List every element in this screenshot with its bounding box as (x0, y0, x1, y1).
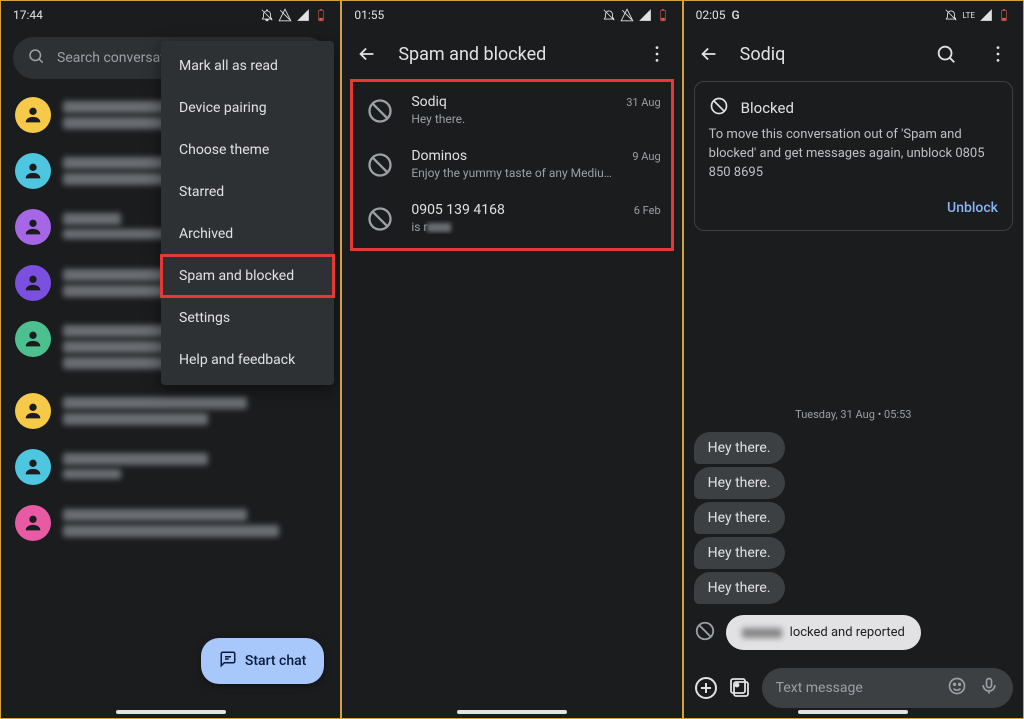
overflow-menu: Mark all as readDevice pairingChoose the… (161, 41, 334, 385)
menu-item-starred[interactable]: Starred (161, 171, 334, 213)
status-icons (260, 8, 328, 22)
bell-off-icon (602, 8, 616, 22)
blocked-heading: Blocked (741, 99, 794, 117)
list-item[interactable] (1, 383, 340, 439)
status-time: 02:05 (696, 8, 726, 22)
menu-item-device-pairing[interactable]: Device pairing (161, 87, 334, 129)
menu-item-choose-theme[interactable]: Choose theme (161, 129, 334, 171)
menu-item-mark-all-as-read[interactable]: Mark all as read (161, 45, 334, 87)
message-date: 9 Aug (632, 148, 660, 163)
message-preview: Hey there. (411, 112, 612, 126)
contact-name: Dominos (411, 148, 618, 164)
block-icon (363, 94, 397, 128)
avatar (15, 449, 51, 485)
message-preview: is r (411, 220, 619, 234)
status-bar: 02:05 G LTE (684, 1, 1023, 29)
battery-low-icon (314, 8, 328, 22)
search-placeholder: Search conversati (57, 50, 168, 66)
status-bar: 01:55 (342, 1, 681, 29)
avatar (15, 153, 51, 189)
menu-item-archived[interactable]: Archived (161, 213, 334, 255)
app-bar: Spam and blocked (342, 29, 681, 75)
screen-conversation: 02:05 G LTE Sodiq Blocked To move this c (683, 0, 1024, 719)
google-icon: G (732, 8, 740, 22)
screen-spam-blocked: 01:55 Spam and blocked Sodiq Hey there. … (341, 0, 682, 719)
message-bubble[interactable]: Hey there. (694, 432, 785, 464)
list-item[interactable] (1, 495, 340, 551)
nav-handle[interactable] (116, 710, 226, 714)
search-icon (27, 47, 45, 69)
more-icon[interactable] (987, 43, 1009, 65)
report-text: locked and reported (790, 625, 905, 640)
avatar (15, 209, 51, 245)
status-time: 01:55 (354, 8, 384, 22)
search-icon[interactable] (935, 43, 957, 65)
message-date: 31 Aug (626, 94, 660, 109)
avatar (15, 265, 51, 301)
fab-label: Start chat (245, 653, 306, 669)
block-icon (363, 202, 397, 236)
screen-conversations: 17:44 Search conversati (0, 0, 341, 719)
network-label: LTE (962, 11, 975, 20)
signal-off-icon (620, 8, 634, 22)
blocked-body: To move this conversation out of 'Spam a… (709, 126, 998, 183)
conversation-title: Sodiq (740, 44, 915, 65)
more-icon[interactable] (646, 43, 668, 65)
avatar (15, 321, 51, 357)
message-bubble[interactable]: Hey there. (694, 467, 785, 499)
nav-handle[interactable] (798, 710, 908, 714)
blocked-banner: Blocked To move this conversation out of… (694, 81, 1013, 231)
compose-placeholder: Text message (776, 680, 863, 696)
status-time: 17:44 (13, 8, 43, 22)
avatar (15, 97, 51, 133)
bell-off-icon (944, 8, 958, 22)
contact-name: 0905 139 4168 (411, 202, 619, 218)
battery-low-icon (997, 8, 1011, 22)
message-input[interactable]: Text message (762, 668, 1013, 708)
battery-low-icon (656, 8, 670, 22)
avatar (15, 393, 51, 429)
signal-off-icon (278, 8, 292, 22)
blocked-conversation[interactable]: Dominos Enjoy the yummy taste of any Med… (353, 138, 670, 192)
back-icon[interactable] (356, 43, 378, 65)
start-chat-fab[interactable]: Start chat (201, 638, 324, 684)
status-icons: LTE (944, 8, 1011, 22)
signal-icon (296, 8, 310, 22)
status-bar: 17:44 (1, 1, 340, 29)
menu-item-settings[interactable]: Settings (161, 297, 334, 339)
block-icon (694, 620, 716, 646)
back-icon[interactable] (698, 43, 720, 65)
menu-item-spam-and-blocked[interactable]: Spam and blocked (161, 255, 334, 297)
chat-icon (219, 650, 237, 672)
status-icons (602, 8, 670, 22)
avatar (15, 505, 51, 541)
report-chip: locked and reported (726, 615, 921, 650)
app-bar: Sodiq (684, 29, 1023, 75)
mic-icon[interactable] (979, 676, 999, 700)
gallery-icon[interactable] (728, 676, 752, 700)
list-item[interactable] (1, 439, 340, 495)
page-title: Spam and blocked (398, 44, 625, 65)
block-icon (709, 96, 729, 120)
message-bubble[interactable]: Hey there. (694, 537, 785, 569)
emoji-icon[interactable] (947, 676, 967, 700)
date-divider: Tuesday, 31 Aug • 05:53 (694, 408, 1013, 421)
blocked-conversation[interactable]: Sodiq Hey there. 31 Aug (353, 84, 670, 138)
message-date: 6 Feb (634, 202, 661, 217)
unblock-button[interactable]: Unblock (947, 200, 998, 216)
menu-item-help-and-feedback[interactable]: Help and feedback (161, 339, 334, 381)
blocked-list: Sodiq Hey there. 31 Aug Dominos Enjoy th… (350, 79, 673, 251)
message-bubble[interactable]: Hey there. (694, 572, 785, 604)
bell-off-icon (260, 8, 274, 22)
signal-icon (979, 8, 993, 22)
contact-name: Sodiq (411, 94, 612, 110)
blocked-conversation[interactable]: 0905 139 4168 is r 6 Feb (353, 192, 670, 246)
message-bubble[interactable]: Hey there. (694, 502, 785, 534)
add-icon[interactable] (694, 676, 718, 700)
nav-handle[interactable] (457, 710, 567, 714)
block-icon (363, 148, 397, 182)
message-preview: Enjoy the yummy taste of any Medium … (411, 166, 618, 180)
message-area: Tuesday, 31 Aug • 05:53 Hey there.Hey th… (684, 237, 1023, 660)
signal-icon (638, 8, 652, 22)
